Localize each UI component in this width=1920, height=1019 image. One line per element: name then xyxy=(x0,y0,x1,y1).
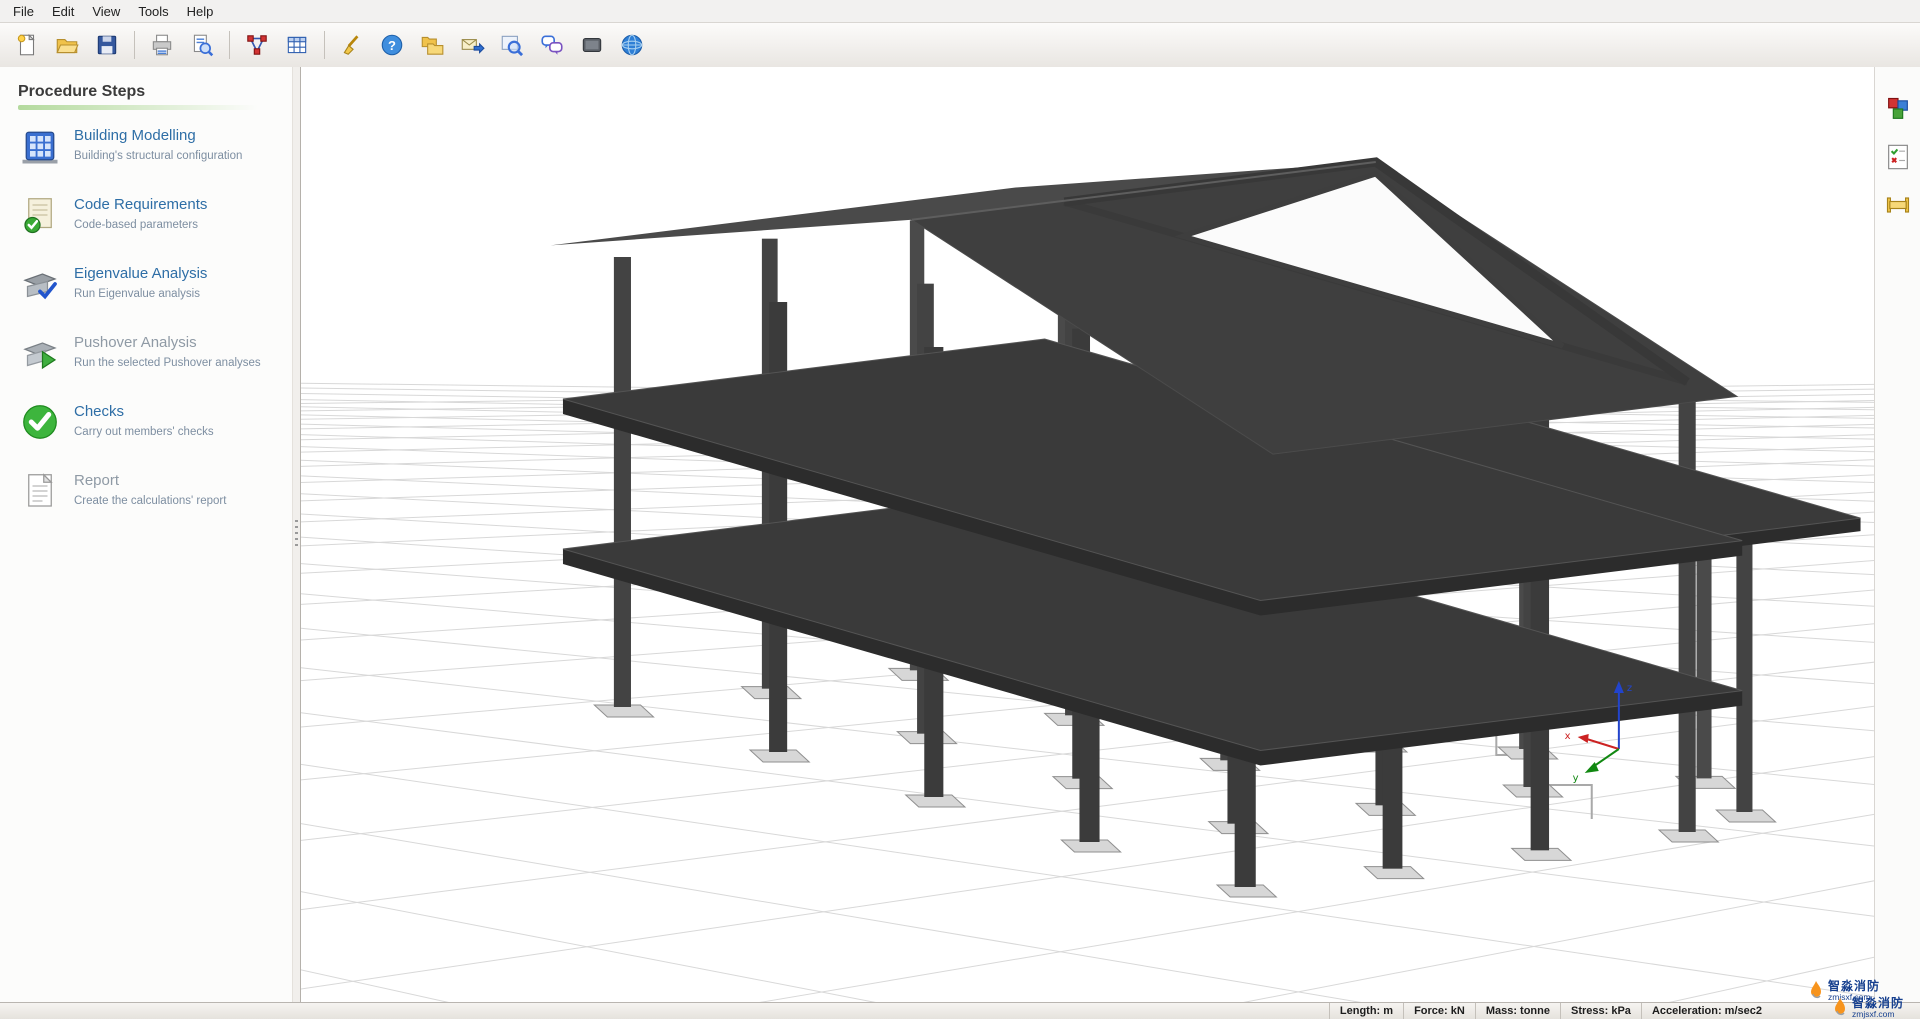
help-icon: ? xyxy=(379,32,405,58)
print-button[interactable] xyxy=(143,27,181,63)
menu-bar: File Edit View Tools Help xyxy=(0,0,1920,23)
open-folder-icon xyxy=(54,32,80,58)
main-content: Procedure Steps Building Modelling Build… xyxy=(0,67,1920,1002)
application-window: File Edit View Tools Help xyxy=(0,0,1920,1019)
brush-button[interactable] xyxy=(333,27,371,63)
search-icon xyxy=(499,32,525,58)
snapshot-button[interactable] xyxy=(573,27,611,63)
open-button[interactable] xyxy=(48,27,86,63)
toolbar-separator xyxy=(324,31,325,59)
menu-help[interactable]: Help xyxy=(178,2,223,21)
step-eigenvalue-analysis[interactable]: Eigenvalue Analysis Run Eigenvalue analy… xyxy=(18,262,292,306)
print-preview-button[interactable] xyxy=(183,27,221,63)
report-icon xyxy=(20,471,60,511)
sidebar-title-rule xyxy=(18,105,258,110)
status-stress: Stress: kPa xyxy=(1560,1003,1641,1019)
sidebar-splitter[interactable] xyxy=(292,67,300,1002)
status-force: Force: kN xyxy=(1403,1003,1475,1019)
building-model xyxy=(551,162,1861,897)
step-code-requirements[interactable]: Code Requirements Code-based parameters xyxy=(18,193,292,237)
web-button[interactable] xyxy=(613,27,651,63)
step-title: Checks xyxy=(74,403,214,420)
step-checks[interactable]: Checks Carry out members' checks xyxy=(18,400,292,444)
step-subtitle: Run the selected Pushover analyses xyxy=(74,357,261,369)
svg-text:?: ? xyxy=(388,38,396,53)
tables-icon xyxy=(284,32,310,58)
comments-icon xyxy=(539,32,565,58)
toolbar: ? xyxy=(0,23,1920,68)
splitter-grip xyxy=(295,520,298,550)
right-toolbar xyxy=(1874,67,1920,1002)
menu-edit[interactable]: Edit xyxy=(43,2,83,21)
brush-icon xyxy=(339,32,365,58)
connectivity-button[interactable] xyxy=(238,27,276,63)
checks-icon xyxy=(20,402,60,442)
model-blocks-icon xyxy=(1884,95,1912,123)
status-mass: Mass: tonne xyxy=(1475,1003,1560,1019)
beam-section-icon xyxy=(1884,191,1912,219)
new-document-icon xyxy=(14,32,40,58)
menu-tools[interactable]: Tools xyxy=(129,2,177,21)
pushover-analysis-icon xyxy=(20,333,60,373)
save-button[interactable] xyxy=(88,27,126,63)
menu-view[interactable]: View xyxy=(83,2,129,21)
step-subtitle: Carry out members' checks xyxy=(74,426,214,438)
save-icon xyxy=(94,32,120,58)
status-length: Length: m xyxy=(1329,1003,1403,1019)
step-title: Report xyxy=(74,472,226,489)
step-subtitle: Building's structural configuration xyxy=(74,150,242,162)
step-title: Code Requirements xyxy=(74,196,207,213)
code-requirements-icon xyxy=(20,195,60,235)
model-blocks-button[interactable] xyxy=(1880,93,1916,125)
step-title: Pushover Analysis xyxy=(74,334,261,351)
step-subtitle: Run Eigenvalue analysis xyxy=(74,288,207,300)
step-pushover-analysis[interactable]: Pushover Analysis Run the selected Pusho… xyxy=(18,331,292,375)
print-preview-icon xyxy=(189,32,215,58)
checks-list-button[interactable] xyxy=(1880,141,1916,173)
axis-x-label: x xyxy=(1565,731,1571,742)
model-3d-scene[interactable]: z x y xyxy=(301,67,1874,1002)
folders-icon xyxy=(419,32,445,58)
print-icon xyxy=(149,32,175,58)
sidebar-title: Procedure Steps xyxy=(18,83,292,101)
eigenvalue-analysis-icon xyxy=(20,264,60,304)
snapshot-icon xyxy=(579,32,605,58)
status-bar: Length: m Force: kN Mass: tonne Stress: … xyxy=(0,1002,1920,1019)
step-building-modelling[interactable]: Building Modelling Building's structural… xyxy=(18,124,292,168)
step-title: Building Modelling xyxy=(74,127,242,144)
new-button[interactable] xyxy=(8,27,46,63)
beam-section-button[interactable] xyxy=(1880,189,1916,221)
checks-list-icon xyxy=(1884,143,1912,171)
send-button[interactable] xyxy=(453,27,491,63)
step-subtitle: Create the calculations' report xyxy=(74,495,226,507)
step-subtitle: Code-based parameters xyxy=(74,219,207,231)
search-button[interactable] xyxy=(493,27,531,63)
toolbar-separator xyxy=(229,31,230,59)
comments-button[interactable] xyxy=(533,27,571,63)
globe-icon xyxy=(619,32,645,58)
building-modelling-icon xyxy=(20,126,60,166)
axis-z-label: z xyxy=(1627,683,1632,694)
step-report[interactable]: Report Create the calculations' report xyxy=(18,469,292,513)
step-title: Eigenvalue Analysis xyxy=(74,265,207,282)
tables-button[interactable] xyxy=(278,27,316,63)
folders-button[interactable] xyxy=(413,27,451,63)
model-viewport[interactable]: z x y xyxy=(300,67,1874,1002)
menu-file[interactable]: File xyxy=(4,2,43,21)
connectivity-icon xyxy=(244,32,270,58)
procedure-steps-panel: Procedure Steps Building Modelling Build… xyxy=(0,67,292,1002)
status-acceleration: Acceleration: m/sec2 xyxy=(1641,1003,1772,1019)
axis-y-label: y xyxy=(1573,773,1579,784)
send-mail-icon xyxy=(459,32,485,58)
toolbar-separator xyxy=(134,31,135,59)
help-button[interactable]: ? xyxy=(373,27,411,63)
